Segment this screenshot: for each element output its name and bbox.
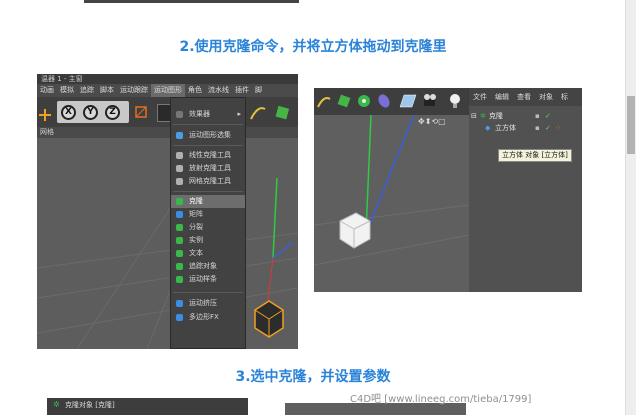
menu-script[interactable]: 脚本 [97,84,117,97]
polyfx-icon [176,314,183,321]
cloner-icon: ✲ [480,112,486,120]
viewport[interactable] [37,138,298,349]
step2-heading: 2.使用克隆命令，并将立方体拖动到克隆里 [179,39,447,55]
menu-item-tracer[interactable]: 追踪对象 [171,260,245,273]
viewport-grid [37,177,298,349]
z-axis-lock-button[interactable]: Z [105,105,120,120]
visibility-icon[interactable]: ▪ [535,110,540,122]
menu-motion-tracker[interactable]: 运动跟踪 [117,84,151,97]
menu-view[interactable]: 查看 [513,88,535,106]
cloner-icon [176,198,183,205]
menu-plugins[interactable]: 插件 [232,84,252,97]
menu-item-radial-clone-tool[interactable]: 放射克隆工具 [171,162,245,175]
move-tool-icon[interactable] [39,106,51,121]
menu-separator [173,124,243,125]
object-manager-menubar: 文件 编辑 查看 对象标 [469,88,582,106]
menu-separator [173,191,243,192]
top-image-strip [84,0,299,3]
expand-toggle-icon[interactable]: ⊟ [471,110,477,122]
step3-heading: 3.选中克隆，并设置参数 [235,369,391,385]
attributes-title: 克隆对象 [克隆] [65,401,115,409]
effector-icon [176,111,183,118]
spline-icon[interactable] [316,93,332,109]
page-scrollbar[interactable] [625,0,636,415]
coordinate-system-icon[interactable] [133,104,149,120]
light-icon[interactable] [448,92,462,110]
menu-item-mospline[interactable]: 运动样条 [171,273,245,286]
cloner-attributes-screenshot: ✲ 克隆对象 [克隆] [47,398,248,415]
mospline-icon [176,276,183,283]
viewport-nav-icons[interactable]: ✥⬍⟲▢ [418,117,446,126]
generator-icon[interactable] [356,93,372,109]
menu-item-effectors[interactable]: 效果器 ▸ [171,108,245,121]
tooltip: 立方体 对象 [立方体] [498,149,572,162]
enabled-check-icon[interactable]: ✓ [545,110,551,122]
toolbar [314,88,469,115]
object-row-cube[interactable]: ◆ 立方体 ▪ ✓ ⁘ [469,122,582,134]
text-icon [176,250,183,257]
menu-item-text[interactable]: 文本 [171,247,245,260]
watermark: C4D吧 [www.lineeg.com/tieba/1799] [350,394,532,405]
menu-character[interactable]: 角色 [185,84,205,97]
object-row-cloner[interactable]: ⊟ ✲ 克隆 ▪ ✓ [469,110,582,122]
menu-tracker[interactable]: 追踪 [77,84,97,97]
window-title: 温器 1 - 主窗 [37,74,298,84]
menu-item-moextrude[interactable]: 运动挤压 [171,297,245,310]
menu-separator [173,292,243,293]
visibility-icon[interactable]: ▪ [535,122,540,134]
deformer-icon[interactable] [376,93,392,109]
cube-icon: ◆ [485,124,491,132]
object-manager-panel: 文件 编辑 查看 对象标 ⊟ ✲ 克隆 ▪ ✓ ◆ 立方体 ▪ ✓ ⁘ [469,88,582,292]
viewport-header: 网格 [37,127,298,138]
menu-mograph[interactable]: 运动图形 [151,84,185,97]
menu-tags[interactable]: 标 [557,88,572,106]
fracture-icon [176,224,183,231]
cube-object-icon[interactable] [336,93,352,109]
menu-item-mograph-selection[interactable]: 运动图形选集 [171,129,245,142]
object-name[interactable]: 立方体 [495,122,516,134]
menu-item-instance[interactable]: 实例 [171,234,245,247]
x-axis-lock-button[interactable]: X [61,105,76,120]
menu-separator [173,145,243,146]
menu-item-grid-clone-tool[interactable]: 网格克隆工具 [171,175,245,188]
moextrude-icon [176,300,183,307]
menu-script-2[interactable]: 脚 [252,84,265,97]
submenu-arrow-icon: ▸ [237,110,241,118]
menu-pipeline[interactable]: 流水线 [205,84,232,97]
toolbar: X Y Z [37,97,298,127]
menu-file[interactable]: 文件 [469,88,491,106]
menu-item-linear-clone-tool[interactable]: 线性克隆工具 [171,149,245,162]
mograph-dropdown-menu: 效果器 ▸ 运动图形选集 线性克隆工具 放射克隆工具 网格克隆工具 克隆 矩阵 分… [170,97,246,349]
menu-item-polyfx[interactable]: 多边形FX [171,311,245,324]
instance-icon [176,237,183,244]
floor-icon[interactable] [398,93,418,109]
scrollbar-thumb[interactable] [627,96,635,154]
menu-animation[interactable]: 动画 [37,84,57,97]
spline-tool-icon[interactable] [249,103,267,121]
green-object-icon[interactable] [273,103,291,121]
viewport-grid [314,115,469,266]
menu-objects[interactable]: 对象 [535,88,557,106]
c4d-motion-graphics-menu-screenshot: 温器 1 - 主窗 动画 模拟 追踪 脚本 运动跟踪 运动图形 角色 流水线 插件脚 X Y Z… [37,74,298,349]
camera-icon[interactable] [422,93,440,109]
viewport[interactable]: ✥⬍⟲▢ [314,115,469,292]
c4d-object-manager-screenshot: ✥⬍⟲▢ 文件 编辑 查看 对象标 ⊟ ✲ 克隆 ▪ ✓ ◆ 立方体 ▪ ✓ ⁘ 立方… [314,88,582,292]
cloner-icon: ✲ [53,400,60,409]
menu-simulate[interactable]: 模拟 [57,84,77,97]
menu-edit[interactable]: 编辑 [491,88,513,106]
menu-item-fracture[interactable]: 分裂 [171,221,245,234]
menubar: 动画 模拟 追踪 脚本 运动跟踪 运动图形 角色 流水线 插件脚 [37,84,298,97]
grid-clone-icon [176,178,183,185]
object-name[interactable]: 克隆 [489,110,503,122]
y-axis-lock-button[interactable]: Y [83,105,98,120]
tag-icon[interactable]: ⁘ [555,122,561,134]
menu-item-matrix[interactable]: 矩阵 [171,208,245,221]
linear-clone-icon [176,152,183,159]
radial-clone-icon [176,165,183,172]
menu-item-cloner[interactable]: 克隆 [171,195,245,208]
tracer-icon [176,263,183,270]
enabled-check-icon[interactable]: ✓ [545,122,551,134]
mograph-selection-icon [176,132,183,139]
matrix-icon [176,211,183,218]
